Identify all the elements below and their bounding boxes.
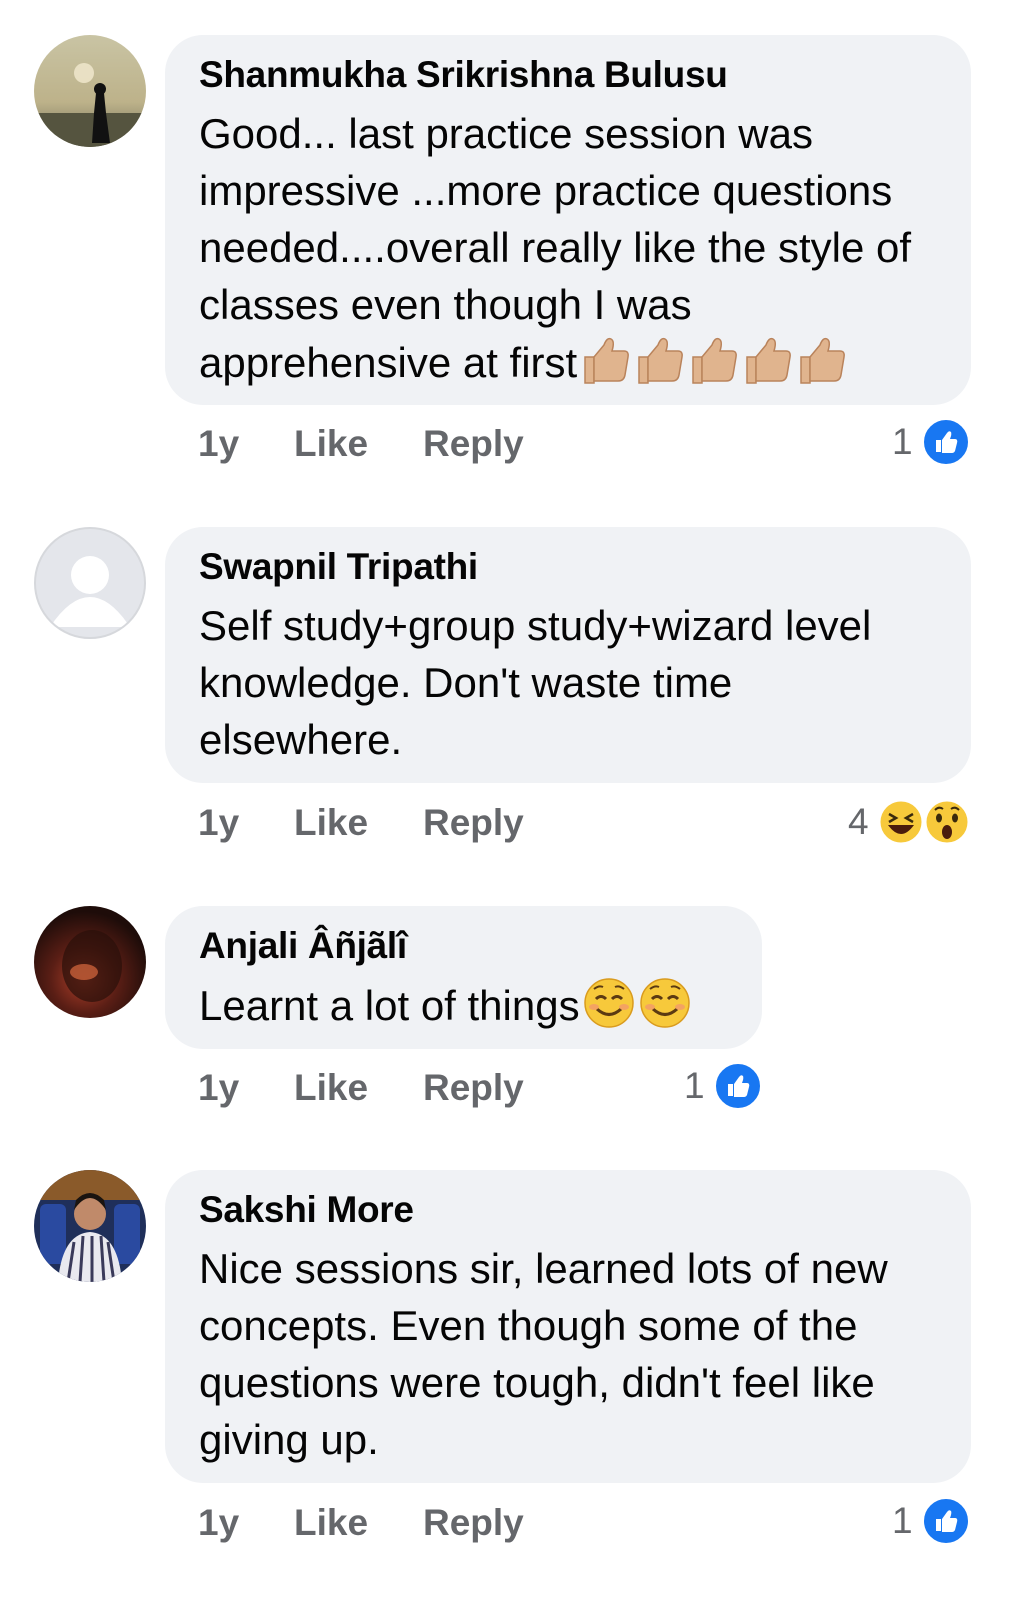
like-button[interactable]: Like — [294, 1502, 368, 1544]
avatar[interactable] — [34, 35, 146, 147]
comment-time[interactable]: 1y — [198, 802, 239, 844]
comment-time[interactable]: 1y — [198, 1067, 239, 1109]
like-button[interactable]: Like — [294, 1067, 368, 1109]
wow-reaction-icon — [923, 798, 971, 846]
reaction-count: 1 — [892, 1500, 913, 1541]
comment-time[interactable]: 1y — [198, 1502, 239, 1544]
avatar[interactable] — [34, 906, 146, 1018]
comment-text: Nice sessions sir, learned lots of new c… — [199, 1245, 888, 1463]
like-button[interactable]: Like — [294, 423, 368, 465]
profile-photo-icon — [34, 35, 146, 147]
reply-button[interactable]: Reply — [423, 1502, 524, 1544]
like-reaction-icon — [920, 417, 971, 467]
thumbs-up-emoji-icon — [579, 333, 849, 401]
profile-photo-icon — [34, 906, 146, 1018]
reaction-count: 4 — [848, 801, 869, 842]
smiling-face-emoji-icon — [582, 976, 694, 1044]
comment-bubble: Shanmukha Srikrishna Bulusu Good... last… — [165, 35, 971, 405]
comment-author[interactable]: Sakshi More — [199, 1188, 937, 1232]
reply-button[interactable]: Reply — [423, 423, 524, 465]
reaction-summary[interactable]: 1 — [892, 1496, 971, 1546]
reply-button[interactable]: Reply — [423, 1067, 524, 1109]
like-reaction-icon — [712, 1061, 763, 1111]
comment-author[interactable]: Shanmukha Srikrishna Bulusu — [199, 53, 937, 97]
reaction-count: 1 — [684, 1065, 705, 1106]
reaction-summary[interactable]: 1 — [892, 417, 971, 467]
comment-bubble: Anjali Âñjãlî Learnt a lot of things — [165, 906, 762, 1049]
comment-bubble: Sakshi More Nice sessions sir, learned l… — [165, 1170, 971, 1483]
comment-author[interactable]: Swapnil Tripathi — [199, 545, 937, 589]
profile-photo-icon — [34, 1170, 146, 1282]
comment-bubble: Swapnil Tripathi Self study+group study+… — [165, 527, 971, 783]
reaction-summary[interactable]: 4 — [848, 797, 973, 847]
default-profile-icon — [50, 556, 130, 627]
comment-text: Self study+group study+wizard level know… — [199, 602, 872, 763]
comment-author[interactable]: Anjali Âñjãlî — [199, 924, 728, 968]
haha-reaction-icon — [877, 798, 925, 846]
like-button[interactable]: Like — [294, 802, 368, 844]
avatar[interactable] — [34, 527, 146, 639]
comment-time[interactable]: 1y — [198, 423, 239, 465]
reply-button[interactable]: Reply — [423, 802, 524, 844]
reaction-count: 1 — [892, 421, 913, 462]
comment-text: Learnt a lot of things — [199, 976, 728, 1044]
avatar[interactable] — [34, 1170, 146, 1282]
like-reaction-icon — [920, 1496, 971, 1546]
comment-text: Good... last practice session was impres… — [199, 105, 937, 401]
reaction-summary[interactable]: 1 — [684, 1061, 763, 1111]
